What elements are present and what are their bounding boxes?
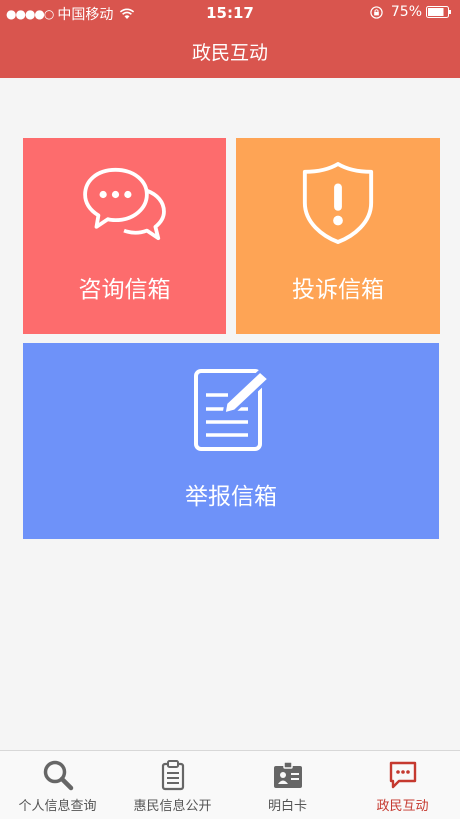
tab-public-info[interactable]: 惠民信息公开 (115, 751, 230, 819)
consult-mailbox-label: 咨询信箱 (78, 277, 171, 303)
battery-icon (426, 6, 451, 18)
tab-label: 惠民信息公开 (133, 799, 212, 814)
clipboard-icon (161, 760, 184, 791)
tab-label: 政民互动 (376, 799, 429, 814)
page-title: 政民互动 (191, 42, 268, 64)
id-card-icon (273, 761, 302, 788)
orientation-lock-icon (370, 5, 383, 19)
tab-label: 明白卡 (267, 799, 307, 814)
tab-government-interaction[interactable]: 政民互动 (345, 751, 460, 819)
tab-mingbai-card[interactable]: 明白卡 (230, 751, 345, 819)
search-icon (43, 760, 73, 791)
chat-bubbles-icon (83, 167, 166, 241)
shield-alert-icon (302, 162, 374, 244)
status-right: 75% (370, 4, 452, 20)
chat-icon (389, 761, 416, 789)
tab-personal-info-query[interactable]: 个人信息查询 (0, 751, 115, 819)
header-bar: ●●●●○ 中国移动 15:17 75% 政民互动 (0, 0, 460, 78)
battery-percentage: 75% (390, 4, 422, 20)
bottom-tab-bar: 个人信息查询 惠民信息公开 明白卡 政民互动 (0, 750, 460, 819)
status-bar: ●●●●○ 中国移动 15:17 75% (0, 0, 460, 26)
consult-mailbox-tile[interactable]: 咨询信箱 (23, 138, 226, 334)
complaint-mailbox-tile[interactable]: 投诉信箱 (236, 138, 440, 334)
tab-label: 个人信息查询 (18, 799, 97, 814)
report-mailbox-tile[interactable]: 举报信箱 (23, 343, 439, 539)
report-mailbox-label: 举报信箱 (185, 484, 277, 510)
document-edit-icon (194, 368, 272, 451)
complaint-mailbox-label: 投诉信箱 (292, 277, 384, 303)
